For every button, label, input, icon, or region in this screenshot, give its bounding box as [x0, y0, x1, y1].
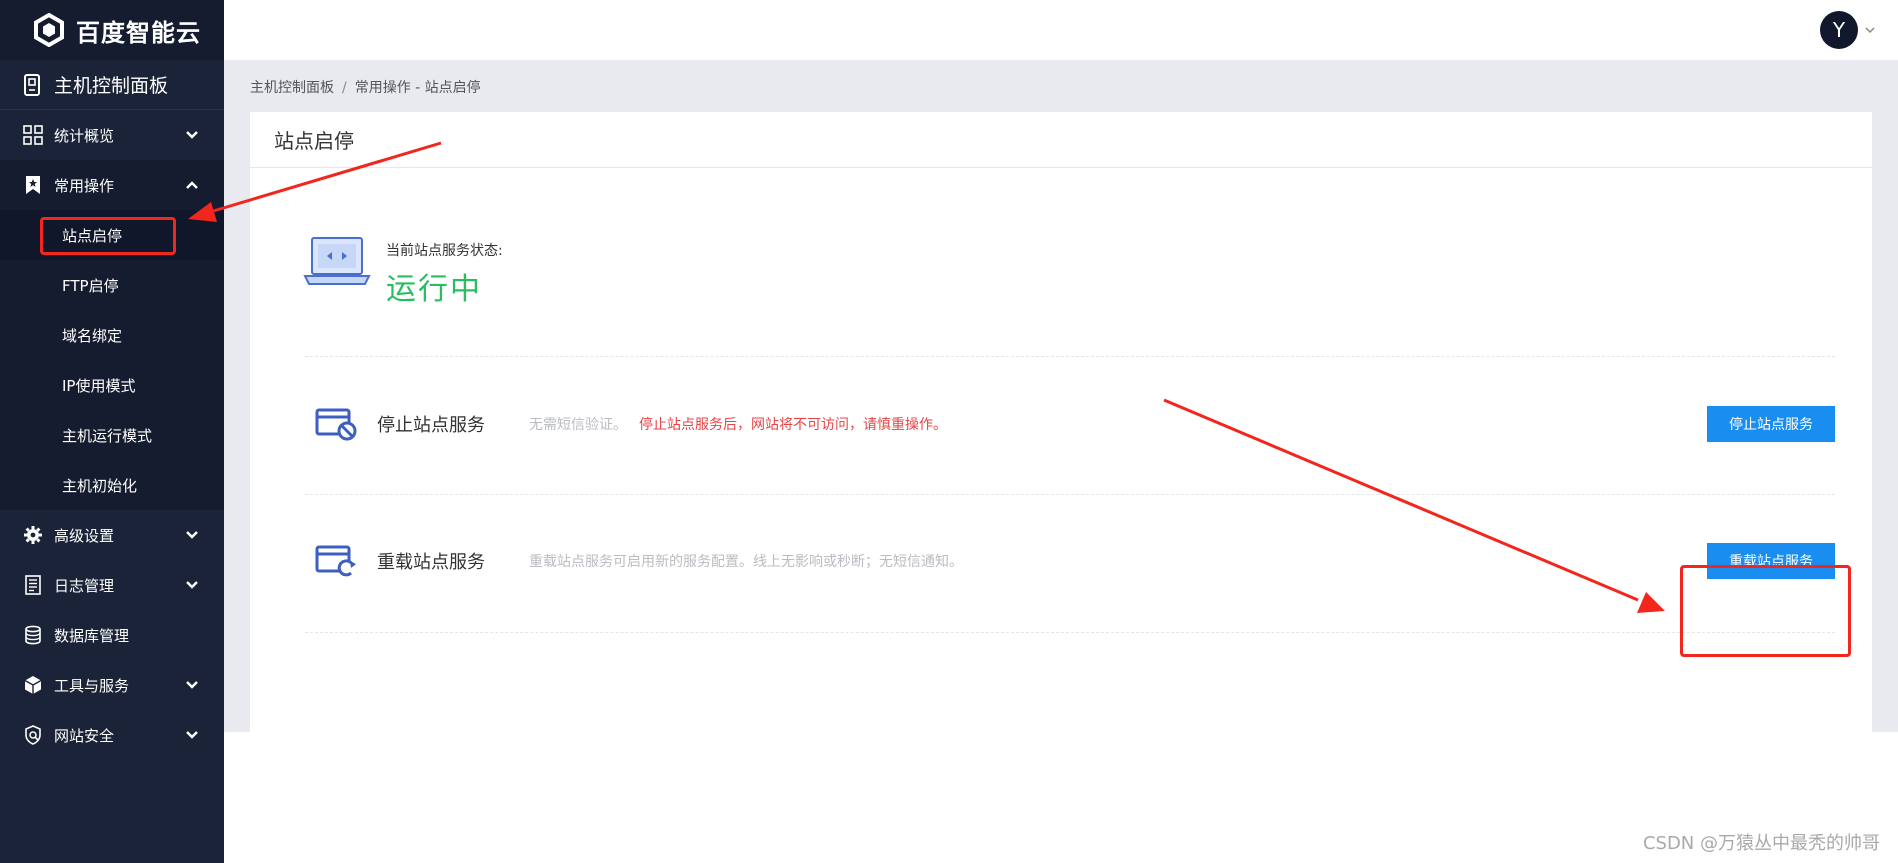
sidebar-item-label: 日志管理 [54, 576, 115, 595]
panel-title-label: 主机控制面板 [54, 75, 169, 97]
sidebar: 百度智能云 主机控制面板 统计概览 常用操作 站点启停 FTP启停 域名绑定 I… [0, 0, 224, 863]
annotation-highlight-box [40, 217, 176, 255]
status-label: 当前站点服务状态: [386, 243, 503, 259]
chevron-down-icon [186, 681, 198, 689]
sidebar-item-label: 数据库管理 [54, 626, 130, 645]
status-value: 运行中 [386, 272, 482, 307]
breadcrumb: 主机控制面板 / 常用操作 - 站点启停 [250, 77, 481, 97]
shield-search-icon [22, 724, 44, 746]
divider [305, 632, 1835, 633]
brand-logo[interactable]: 百度智能云 [0, 0, 224, 60]
stop-service-row: 停止站点服务 无需短信验证。 停止站点服务后，网站将不可访问，请慎重操作。 停止… [305, 384, 1835, 464]
breadcrumb-separator: / [342, 80, 347, 96]
reload-service-icon [315, 545, 356, 577]
sidebar-item-database[interactable]: 数据库管理 [0, 610, 224, 660]
sidebar-item-label: 网站安全 [54, 726, 115, 745]
sidebar-item-label: 常用操作 [54, 176, 115, 195]
stop-service-title: 停止站点服务 [377, 415, 485, 436]
sidebar-item-label: 高级设置 [54, 526, 115, 545]
sidebar-item-log-management[interactable]: 日志管理 [0, 560, 224, 610]
sidebar-item-advanced-settings[interactable]: 高级设置 [0, 510, 224, 560]
chevron-down-icon [186, 131, 198, 139]
breadcrumb-root[interactable]: 主机控制面板 [250, 80, 334, 96]
divider [305, 356, 1835, 357]
main-content: 主机控制面板 / 常用操作 - 站点启停 站点启停 当前站点服务状态: 运行中 [224, 60, 1898, 732]
reload-service-row: 重载站点服务 重载站点服务可启用新的服务配置。线上无影响或秒断；无短信通知。 重… [305, 521, 1835, 601]
bookmark-icon [22, 174, 44, 196]
brand-name: 百度智能云 [76, 18, 201, 47]
sidebar-subitem-host-init[interactable]: 主机初始化 [0, 460, 224, 510]
divider [305, 494, 1835, 495]
sidebar-item-stats[interactable]: 统计概览 [0, 110, 224, 160]
grid-icon [22, 124, 44, 146]
sidebar-item-site-security[interactable]: 网站安全 [0, 710, 224, 760]
watermark: CSDN @万猿丛中最秃的帅哥 [1642, 833, 1880, 854]
panel-title[interactable]: 主机控制面板 [0, 60, 224, 110]
sidebar-subitem-domain-binding[interactable]: 域名绑定 [0, 310, 224, 360]
sidebar-item-label: 统计概览 [54, 126, 115, 145]
laptop-icon [303, 237, 371, 285]
reload-service-desc: 重载站点服务可启用新的服务配置。线上无影响或秒断；无短信通知。 [529, 554, 963, 570]
brand-logo-icon [34, 13, 64, 47]
top-header: Y [224, 0, 1898, 60]
cube-icon [22, 674, 44, 696]
sidebar-item-common-ops[interactable]: 常用操作 [0, 160, 224, 210]
sidebar-subitem-ip-mode[interactable]: IP使用模式 [0, 360, 224, 410]
reload-service-title: 重载站点服务 [377, 552, 485, 573]
sidebar-item-label: 工具与服务 [54, 676, 130, 695]
user-avatar[interactable]: Y [1820, 11, 1858, 49]
sidebar-subitem-host-run-mode[interactable]: 主机运行模式 [0, 410, 224, 460]
stop-service-warning: 停止站点服务后，网站将不可访问，请慎重操作。 [639, 417, 947, 433]
service-status: 当前站点服务状态: 运行中 [302, 234, 503, 308]
chevron-down-icon [186, 731, 198, 739]
card-title: 站点启停 [250, 112, 1872, 168]
sidebar-item-tools-services[interactable]: 工具与服务 [0, 660, 224, 710]
stop-service-icon [315, 408, 357, 441]
sidebar-subnav: 站点启停 FTP启停 域名绑定 IP使用模式 主机运行模式 主机初始化 [0, 210, 224, 510]
chevron-up-icon [186, 181, 198, 189]
document-list-icon [22, 574, 44, 596]
breadcrumb-current: 常用操作 - 站点启停 [354, 80, 481, 96]
stop-service-desc: 无需短信验证。 [529, 417, 627, 433]
chevron-down-icon [186, 581, 198, 589]
database-icon [22, 624, 44, 646]
annotation-highlight-box [1680, 565, 1851, 657]
gear-icon [22, 524, 44, 546]
chevron-down-icon[interactable] [1864, 24, 1876, 36]
chevron-down-icon [186, 531, 198, 539]
phone-panel-icon [24, 73, 40, 96]
site-start-stop-card: 站点启停 当前站点服务状态: 运行中 停止站点服务 无需短信验证。 停止站点服务… [250, 112, 1872, 732]
stop-service-button[interactable]: 停止站点服务 [1707, 406, 1835, 442]
sidebar-subitem-ftp-start-stop[interactable]: FTP启停 [0, 260, 224, 310]
